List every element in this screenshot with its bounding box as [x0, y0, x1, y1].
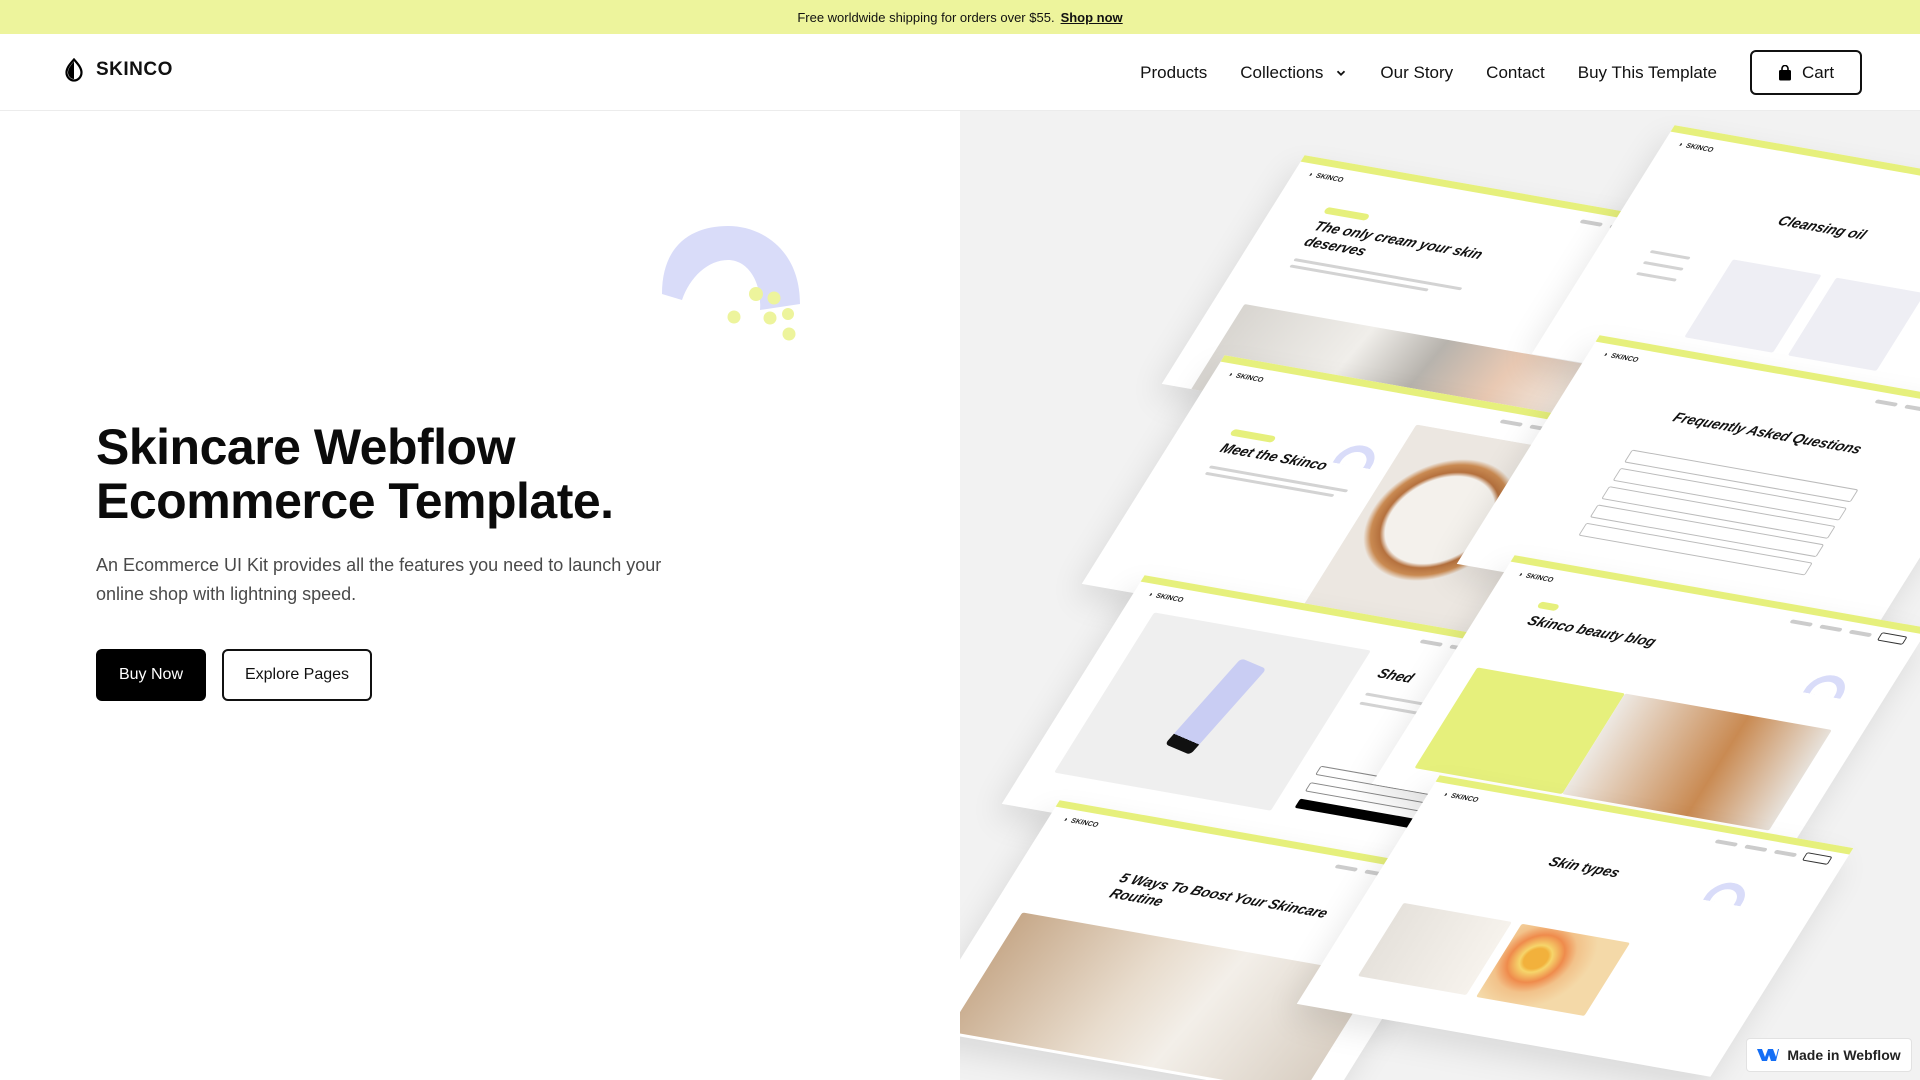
shopping-bag-icon — [1778, 64, 1791, 80]
mini-logo: SKINCO — [1601, 351, 1640, 364]
preview-grid: SKINCO The only cream your skin deserves… — [960, 111, 1920, 1080]
mini-nav — [1873, 399, 1920, 425]
mini-logo: SKINCO — [1306, 171, 1345, 184]
mini-text-line — [1649, 250, 1691, 260]
cart-label: Cart — [1801, 62, 1835, 82]
mini-arc — [1802, 672, 1853, 699]
cart-button[interactable]: Cart — [1750, 50, 1862, 95]
explore-pages-button[interactable]: Explore Pages — [222, 649, 372, 701]
nav-contact[interactable]: Contact — [1486, 63, 1545, 83]
shop-now-link[interactable]: Shop now — [1061, 10, 1123, 25]
preview-title: Cleansing oil — [1774, 212, 1870, 243]
decorative-arc — [662, 226, 800, 341]
nav-buy-template[interactable]: Buy This Template — [1578, 63, 1717, 83]
preview-title: 5 Ways To Boost Your Skincare Routine — [1106, 869, 1332, 921]
main-nav: Products Collections Our Story Contact B… — [1140, 50, 1862, 95]
mini-nav — [1788, 619, 1908, 645]
mini-logo: SKINCO — [1516, 571, 1555, 584]
hero-title: Skincare Webflow Ecommerce Template. — [96, 419, 614, 529]
nav-collections-label: Collections — [1240, 62, 1324, 82]
mini-logo: SKINCO — [1676, 141, 1715, 154]
webflow-logo-icon — [1757, 1049, 1780, 1061]
made-in-webflow-badge[interactable]: Made in Webflow — [1746, 1038, 1912, 1072]
buy-now-button[interactable]: Buy Now — [96, 649, 206, 701]
nav-our-story[interactable]: Our Story — [1380, 63, 1453, 83]
brand-logo[interactable]: SKINCO — [62, 58, 173, 82]
hero-buttons: Buy Now Explore Pages — [96, 649, 372, 701]
preview-title: The only cream your skin deserves — [1301, 217, 1487, 262]
announcement-text: Free worldwide shipping for orders over … — [797, 9, 1055, 25]
mini-logo: SKINCO — [1226, 371, 1265, 384]
mini-text-line — [1635, 271, 1677, 282]
badge-label: Made in Webflow — [1787, 1047, 1901, 1063]
chevron-down-icon — [1337, 70, 1346, 76]
preview-title: Frequently Asked Questions — [1670, 409, 1866, 457]
hero-subtitle: An Ecommerce UI Kit provides all the fea… — [96, 555, 662, 604]
brand-name: SKINCO — [96, 59, 173, 80]
announcement-bar: Free worldwide shipping for orders over … — [0, 0, 1920, 34]
nav-products[interactable]: Products — [1140, 63, 1207, 83]
mini-logo: SKINCO — [1146, 591, 1185, 604]
preview-title: Skinco beauty blog — [1524, 612, 1660, 650]
mini-logo: SKINCO — [1061, 816, 1100, 829]
preview-title: Skin types — [1545, 853, 1624, 881]
mini-tag — [1536, 601, 1561, 612]
site-header: SKINCO Products Collections Our Story Co… — [0, 34, 1920, 111]
mini-logo: SKINCO — [1441, 791, 1480, 804]
drop-half-icon — [65, 58, 83, 82]
mini-text-line — [1642, 261, 1684, 271]
template-preview-collage: SKINCO The only cream your skin deserves… — [960, 111, 1920, 1080]
mini-nav — [1713, 839, 1833, 865]
nav-collections[interactable]: Collections — [1240, 63, 1347, 83]
